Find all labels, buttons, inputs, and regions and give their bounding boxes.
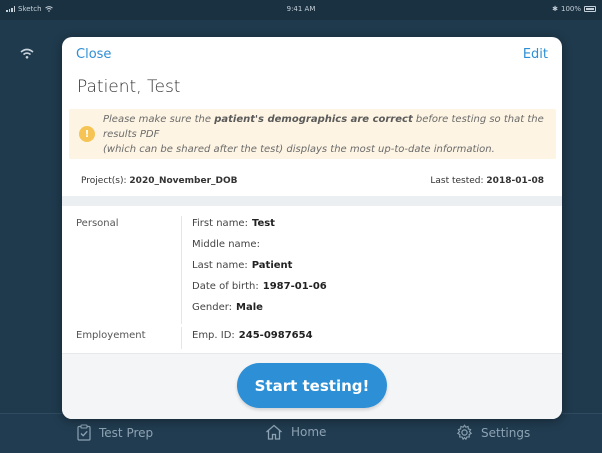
demographics-warning: ! Please make sure the patient's demogra…: [69, 109, 556, 159]
first-name-label: First name:: [192, 218, 248, 229]
project-meta-row: Project(s): 2020_November_DOB Last teste…: [62, 170, 562, 196]
employee-id-value: 245-0987654: [238, 330, 313, 341]
battery-percent: 100%: [560, 5, 581, 13]
tab-settings[interactable]: Settings: [456, 424, 530, 441]
gender-field: Gender: Male: [192, 302, 263, 313]
start-testing-button[interactable]: Start testing!: [237, 363, 387, 408]
personal-section-label: Personal: [76, 218, 119, 229]
middle-name-field: Middle name:: [192, 239, 264, 250]
gender-value: Male: [236, 302, 263, 313]
first-name-value: Test: [251, 218, 275, 229]
home-icon: [266, 424, 282, 440]
employment-divider: [181, 327, 182, 349]
warning-line2: (which can be shared after the test) dis…: [103, 143, 495, 155]
bluetooth-icon: ✱: [552, 5, 558, 13]
last-tested-info: Last tested: 2018-01-08: [430, 176, 544, 186]
warning-emphasis: patient's demographics are correct: [214, 113, 413, 125]
patient-modal: Close Edit Patient, Test ! Please make s…: [62, 37, 562, 419]
gear-icon: [456, 424, 473, 441]
projects-value: 2020_November_DOB: [129, 176, 238, 186]
employee-id-label: Emp. ID:: [192, 330, 235, 341]
last-tested-value: 2018-01-08: [486, 176, 544, 186]
date-of-birth-field: Date of birth: 1987-01-06: [192, 281, 327, 292]
battery-group: ✱ 100%: [552, 5, 596, 13]
tab-home[interactable]: Home: [265, 424, 326, 440]
last-tested-label: Last tested:: [430, 176, 484, 186]
patient-name: Patient, Test: [77, 77, 181, 97]
projects-label: Project(s):: [81, 176, 127, 186]
tab-settings-label: Settings: [481, 425, 531, 440]
first-name-field: First name: Test: [192, 218, 275, 229]
gender-label: Gender:: [192, 302, 233, 313]
tab-test-prep-label: Test Prep: [99, 425, 154, 440]
date-of-birth-label: Date of birth:: [192, 281, 259, 292]
patient-details: Personal First name: Test Middle name: La…: [62, 206, 562, 356]
clipboard-check-icon: [77, 424, 91, 441]
projects-info: Project(s): 2020_November_DOB: [81, 176, 238, 186]
middle-name-label: Middle name:: [192, 239, 260, 250]
personal-divider: [181, 216, 182, 324]
warning-prefix: Please make sure the: [103, 113, 215, 125]
close-button[interactable]: Close: [76, 47, 111, 62]
edit-button[interactable]: Edit: [523, 47, 548, 62]
warning-icon: !: [79, 126, 95, 142]
section-separator: [62, 196, 562, 206]
tab-home-label: Home: [291, 425, 327, 439]
date-of-birth-value: 1987-01-06: [262, 281, 327, 292]
employee-id-field: Emp. ID: 245-0987654: [192, 330, 313, 341]
tab-test-prep[interactable]: Test Prep: [77, 424, 153, 441]
background-top-icons: [20, 48, 34, 59]
employment-section-label: Employement: [76, 330, 146, 341]
last-name-field: Last name: Patient: [192, 260, 292, 271]
status-bar: Sketch 9:41 AM ✱ 100%: [0, 0, 602, 20]
status-time: 9:41 AM: [286, 5, 316, 13]
tab-bar: Test Prep Home Settings: [0, 413, 602, 453]
last-name-label: Last name:: [192, 260, 248, 271]
wifi-icon: [20, 48, 34, 59]
battery-icon: [584, 6, 596, 12]
last-name-value: Patient: [251, 260, 293, 271]
warning-message: Please make sure the patient's demograph…: [103, 112, 556, 157]
